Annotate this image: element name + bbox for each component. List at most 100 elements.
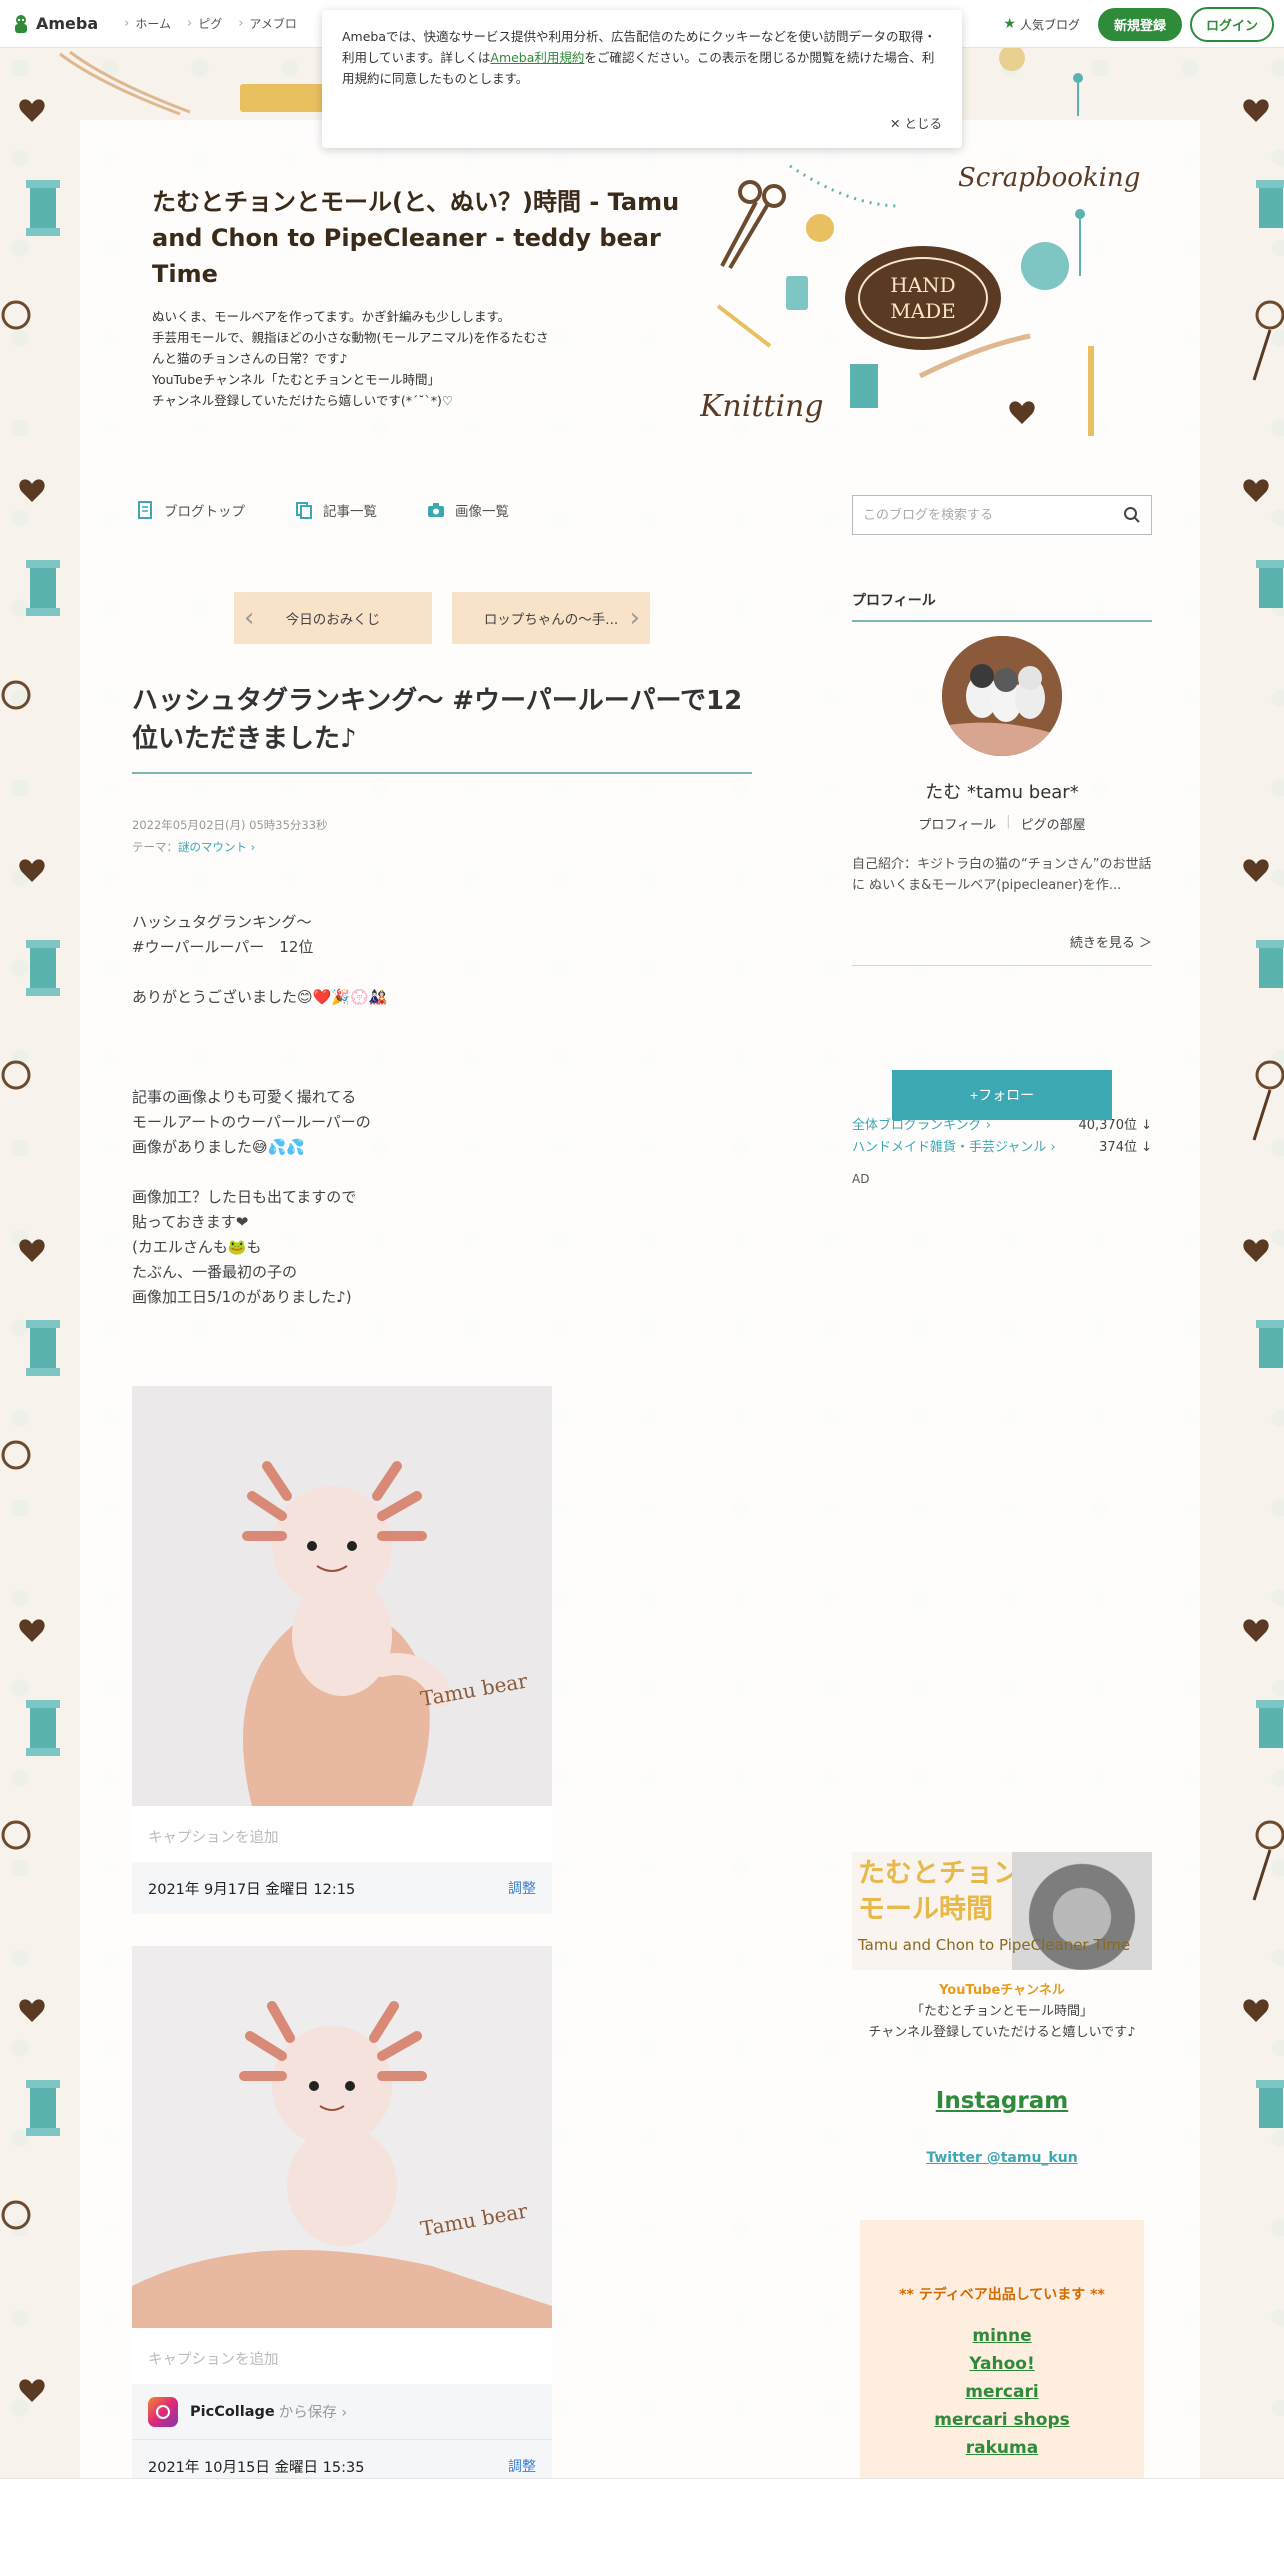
caption-add-field[interactable]: キャプションを追加 [132,1810,552,1862]
cookie-close-button[interactable]: ✕ とじる [890,113,942,134]
search-icon[interactable] [1123,506,1141,524]
spool-icon [26,180,60,2136]
blog-desc-line: YouTubeチャンネル「たむとチョンとモール時間」 [152,372,440,387]
blog-title[interactable]: たむとチョンとモール(と、ぬい？)時間 - Tamu and Chon to P… [152,184,712,292]
profile-links: プロフィール | ピグの部屋 [852,814,1152,833]
article-title[interactable]: ハッシュタグランキング〜 #ウーパールーパーで12位いただきました♪ [132,682,752,774]
follow-button[interactable]: +フォロー [892,1070,1112,1120]
source-app-row[interactable]: PicCollage から保存 › [132,2384,552,2440]
nav-ameblo[interactable]: アメブロ [238,15,296,32]
shop-link-minne[interactable]: minne [860,2322,1144,2350]
global-nav: ホーム ピグ アメブロ [108,15,296,32]
profile-name[interactable]: たむ *tamu bear* [852,778,1152,804]
shop-link-mercari[interactable]: mercari [860,2378,1144,2406]
left-decoration [0,60,80,2480]
svg-text:MADE: MADE [890,299,956,323]
handmade-header-art: HAND MADE Scrapbooking Knitting [700,163,1140,436]
logo-text: Ameba [36,14,99,33]
ranking-row: ハンドメイド雑貨・手芸ジャンル › 374位 ↓ [852,1136,1152,1155]
article-pager: ‹ 今日のおみくじ ロップちゃんの〜手... › [234,592,670,644]
photo-card: Tamu bear キャプションを追加 2021年 9月17日 金曜日 12:1… [132,1386,552,1914]
chevron-left-icon: ‹ [244,603,255,633]
scissors-icon [720,180,786,270]
popular-blogs-label: 人気ブログ [1019,17,1080,32]
article-body: ハッシュタグランキング〜 #ウーパールーパー 12位 ありがとうございました😊❤️… [132,910,732,1335]
ameba-logo-icon [15,14,27,33]
copy-icon [296,502,312,519]
svg-text:Scrapbooking: Scrapbooking [958,163,1140,193]
genre-ranking-value: 374位 ↓ [1099,1140,1152,1155]
avatar-image [942,636,1062,756]
ameba-logo[interactable]: Ameba [10,13,98,35]
nav-images-label: 画像一覧 [455,504,509,520]
youtube-banner[interactable]: たむとチョン🐱と モール時間 Tamu and Chon to PipeClea… [852,1852,1152,1970]
caption-add-field[interactable]: キャプションを追加 [132,2332,552,2384]
nav-blog-top[interactable]: ブログトップ [136,500,245,520]
body-line: 画像加工日5/1のがありました♪) [132,1288,352,1306]
read-more-link[interactable]: 続きを見る ＞ [852,932,1152,966]
profile-heading: プロフィール [852,590,1152,622]
divider: | [1006,814,1011,829]
blog-desc-line: んと猫のチョンさんの日常？です♪ [152,351,348,366]
youtube-channel-info: YouTubeチャンネル 「たむとチョンとモール時間」 チャンネル登録していただ… [852,1980,1152,2043]
article-paragraph: ハッシュタグランキング〜 #ウーパールーパー 12位 [132,910,732,960]
nav-articles[interactable]: 記事一覧 [295,500,377,520]
body-line: 画像がありました😅💦💦 [132,1138,305,1156]
theme-link[interactable]: 謎のマウント › [178,840,255,854]
nav-blog-top-label: ブログトップ [164,504,245,520]
document-icon [138,501,152,519]
axolotl-photo[interactable]: Tamu bear [132,1946,552,2328]
theme-label: テーマ： [132,840,178,854]
body-line: ありがとうございました😊❤️🎉💮🎎 [132,988,388,1006]
svg-text:HAND: HAND [890,273,955,297]
shop-heading: ** テディベア出品しています ** [899,2287,1105,2303]
blog-panel: たむとチョンとモール(と、ぬい？)時間 - Tamu and Chon to P… [80,120,1200,2492]
body-line: ハッシュタグランキング〜 [132,913,312,931]
nav-articles-label: 記事一覧 [323,504,377,520]
article-paragraph [132,1035,732,1060]
body-line: 貼っておきます❤ [132,1213,249,1231]
right-decoration [1204,60,1284,2480]
close-icon: ✕ [890,116,905,131]
terms-link[interactable]: Ameba利用規約 [490,50,584,65]
adjust-button[interactable]: 調整 [508,2456,536,2476]
register-button[interactable]: 新規登録 [1097,7,1182,41]
prev-article-button[interactable]: ‹ 今日のおみくじ [234,592,432,644]
blog-search-input[interactable] [863,507,1123,523]
blog-header: たむとチョンとモール(と、ぬい？)時間 - Tamu and Chon to P… [152,184,712,411]
source-app-name: PicCollage [190,2403,275,2420]
photo-card: Tamu bear キャプションを追加 PicCollage から保存 › 20… [132,1946,552,2492]
svg-text:Knitting: Knitting [700,389,824,424]
body-line: 記事の画像よりも可愛く撮れてる [132,1088,357,1106]
chevron-right-icon: › [629,603,640,633]
instagram-link[interactable]: Instagram [852,2088,1152,2114]
shop-link-yahoo[interactable]: Yahoo! [860,2350,1144,2378]
nav-pigg[interactable]: ピグ [187,15,222,32]
body-line: モールアートのウーパールーパーの [132,1113,371,1131]
photo-date: 2021年 10月15日 金曜日 15:35 [148,2459,365,2476]
nav-home[interactable]: ホーム [124,15,171,32]
ad-label: AD [852,1172,870,1186]
cookie-close-label: とじる [904,116,942,131]
twitter-link[interactable]: Twitter @tamu_kun [852,2150,1152,2166]
next-article-button[interactable]: ロップちゃんの〜手... › [452,592,650,644]
blog-desc-line: ぬいくま、モールベアを作ってます。かぎ針編みも少しします。 [152,309,511,324]
theme-name: 謎のマウント [178,840,247,854]
axolotl-photo[interactable]: Tamu bear [132,1386,552,1806]
banner-subtitle: Tamu and Chon to PipeCleaner Time [858,1936,1131,1954]
nav-images[interactable]: 画像一覧 [427,500,509,520]
profile-link[interactable]: プロフィール [918,814,996,833]
genre-ranking-link[interactable]: ハンドメイド雑貨・手芸ジャンル › [852,1136,1056,1155]
popular-blogs-link[interactable]: ★ 人気ブログ [1003,16,1080,33]
pigg-room-link[interactable]: ピグの部屋 [1021,814,1086,833]
login-button[interactable]: ログイン [1189,6,1274,42]
shop-link-mercari-shops[interactable]: mercari shops [860,2406,1144,2434]
shop-link-rakuma[interactable]: rakuma [860,2434,1144,2462]
shop-links-box: ** テディベア出品しています ** minne Yahoo! mercari … [860,2220,1144,2478]
youtube-channel-name: 「たむとチョンとモール時間」 [910,2004,1093,2019]
avatar[interactable] [942,636,1062,756]
youtube-channel-title[interactable]: YouTubeチャンネル [852,1980,1152,2001]
article-date: 2022年05月02日(月) 05時35分33秒 [132,818,328,832]
body-line: #ウーパールーパー 12位 [132,938,314,956]
adjust-button[interactable]: 調整 [508,1878,536,1898]
